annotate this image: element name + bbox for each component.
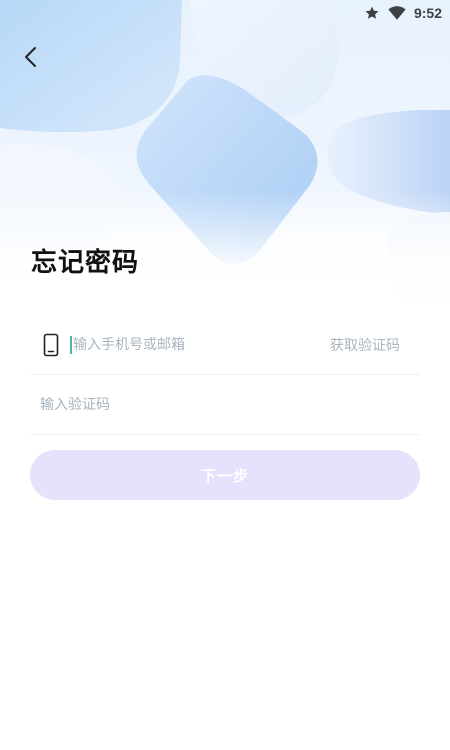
code-row [30, 376, 420, 435]
verification-code-input[interactable] [40, 397, 400, 413]
get-code-button[interactable]: 获取验证码 [330, 335, 400, 355]
chevron-left-icon [23, 45, 39, 73]
next-button[interactable]: 下一步 [30, 450, 420, 500]
text-caret [70, 336, 72, 354]
status-time: 9:52 [413, 5, 442, 21]
phone-email-input[interactable] [73, 337, 323, 353]
wifi-icon [388, 5, 406, 21]
phone-icon [40, 332, 62, 358]
status-bar: 9:52 [364, 2, 442, 24]
star-icon [364, 5, 380, 21]
page-title: 忘记密码 [31, 248, 140, 278]
back-button[interactable] [14, 42, 48, 76]
phone-row: 获取验证码 [30, 316, 420, 375]
forgot-password-screen: 9:52 忘记密码 获取验证码 下一步 [0, 0, 450, 750]
